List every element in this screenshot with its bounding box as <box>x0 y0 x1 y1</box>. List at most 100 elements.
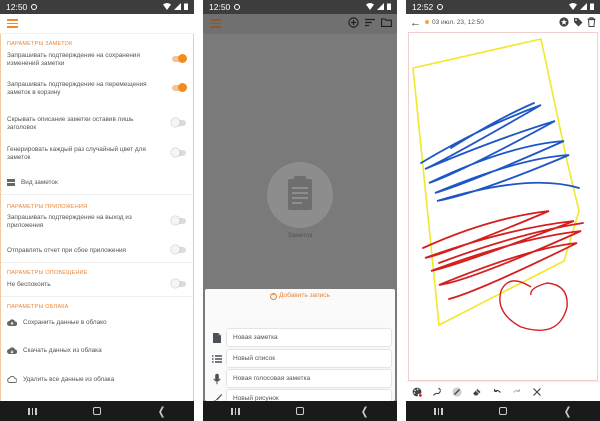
divider <box>1 296 193 297</box>
note-date: 03 июл. 23, 12:50 <box>425 19 484 26</box>
cloud-delete-icon <box>7 376 17 383</box>
wifi-icon <box>163 2 171 12</box>
setting-label: Сохранить данные в облако <box>23 319 107 326</box>
setting-label: Не беспокоить <box>7 281 51 288</box>
setting-view-notes[interactable]: Вид заметок <box>7 179 187 186</box>
tag-icon[interactable] <box>573 17 583 27</box>
setting-label: Запрашивать подтверждение на перемещения… <box>7 81 147 96</box>
sort-icon[interactable] <box>365 18 375 27</box>
add-circle-icon[interactable] <box>348 17 359 28</box>
section-notify-header: ПАРАМЕТРЫ ОПОВЕЩЕНИЕ <box>7 270 88 276</box>
setting-label: Генерировать каждый раз случайный цвет д… <box>7 146 146 161</box>
toggle-switch[interactable] <box>171 118 186 127</box>
plus-icon: + <box>270 293 278 300</box>
color-dot-icon <box>425 20 429 24</box>
status-time: 12:50 <box>209 2 231 12</box>
phone-add-entry: 12:50 Заметок + Добавить запись ··· Нова… <box>203 0 397 421</box>
home-icon[interactable] <box>498 407 507 415</box>
sheet-handle: ··· <box>297 300 303 306</box>
recent-apps-icon[interactable] <box>434 407 443 415</box>
back-icon[interactable]: ❮ <box>564 405 571 418</box>
toggle-switch[interactable] <box>171 216 186 225</box>
status-time: 12:50 <box>6 2 28 12</box>
setting-cloud-download[interactable]: Скачать данных из облака <box>7 347 187 354</box>
setting-do-not-disturb[interactable]: Не беспокоить <box>7 279 187 289</box>
menu-icon[interactable] <box>7 19 18 28</box>
undo-icon[interactable] <box>492 387 502 397</box>
note-date-text: 03 июл. 23, 12:50 <box>432 19 484 26</box>
brush-style-icon[interactable] <box>452 386 462 397</box>
status-dot-icon <box>31 4 38 10</box>
view-list-icon <box>7 179 15 186</box>
toggle-switch[interactable] <box>171 279 186 288</box>
settings-list: ПАРАМЕТРЫ ЗАМЕТОК Запрашивать подтвержде… <box>0 34 194 401</box>
section-app-header: ПАРАМЕТРЫ ПРИЛОЖЕНИЯ <box>7 204 88 210</box>
back-icon[interactable]: ❮ <box>158 405 165 418</box>
setting-confirm-exit[interactable]: Запрашивать подтверждение на выход из пр… <box>7 214 187 230</box>
home-icon[interactable] <box>295 407 304 415</box>
palette-icon[interactable] <box>412 387 422 397</box>
section-cloud-header: ПАРАМЕТРЫ ОБЛАКА <box>7 304 69 310</box>
cloud-upload-icon <box>7 319 17 326</box>
setting-label: Скачать данных из облака <box>23 347 102 354</box>
drawing-toolbar <box>406 381 600 401</box>
recent-apps-icon[interactable] <box>28 407 37 415</box>
back-icon[interactable]: ❮ <box>361 405 368 418</box>
home-icon[interactable] <box>92 407 101 415</box>
close-icon[interactable] <box>532 387 542 397</box>
phone-settings: 12:50 ПАРАМЕТРЫ ЗАМЕТОК Запрашивать подт… <box>0 0 194 421</box>
toggle-switch[interactable] <box>171 148 186 157</box>
setting-confirm-trash[interactable]: Запрашивать подтверждение на перемещения… <box>7 81 187 97</box>
status-dot-icon <box>437 4 444 10</box>
new-note-button[interactable]: Новая заметка <box>209 329 391 346</box>
empty-state-illustration <box>267 162 333 228</box>
status-dot-icon <box>234 4 241 10</box>
setting-cloud-save[interactable]: Сохранить данные в облако <box>7 319 187 326</box>
wifi-icon <box>366 2 374 12</box>
setting-crash-report[interactable]: Отправлять отчет при сбое приложения <box>7 245 187 255</box>
back-arrow-icon[interactable]: ← <box>410 17 421 29</box>
system-nav-bar: ❮ <box>203 401 397 421</box>
toggle-switch[interactable] <box>172 83 187 92</box>
setting-label: Запрашивать подтверждение на сохранения … <box>7 52 140 67</box>
empty-state-label: Заметок <box>287 232 313 239</box>
signal-icon <box>377 2 384 12</box>
toggle-switch[interactable] <box>171 245 186 254</box>
redo-icon[interactable] <box>512 387 522 397</box>
add-entry-label: Добавить запись <box>279 292 330 299</box>
list-icon <box>212 355 222 363</box>
app-bar <box>203 14 397 34</box>
toggle-switch[interactable] <box>172 54 187 63</box>
status-bar: 12:50 <box>0 0 194 14</box>
microphone-icon <box>213 373 221 385</box>
folder-icon[interactable] <box>381 18 392 27</box>
new-voice-note-button[interactable]: Новая голосовая заметка <box>209 370 391 387</box>
favorite-star-icon[interactable] <box>559 17 569 27</box>
pen-settings-icon[interactable] <box>432 387 442 397</box>
setting-confirm-save[interactable]: Запрашивать подтверждение на сохранения … <box>7 52 187 68</box>
setting-random-color[interactable]: Генерировать каждый раз случайный цвет д… <box>7 146 187 162</box>
wifi-icon <box>569 2 577 12</box>
new-list-button[interactable]: Новый список <box>209 350 391 367</box>
recent-apps-icon[interactable] <box>231 407 240 415</box>
new-voice-note-label: Новая голосовая заметка <box>233 375 311 382</box>
setting-cloud-delete[interactable]: Удалить все данные из облака <box>7 376 187 383</box>
new-note-label: Новая заметка <box>233 334 278 341</box>
setting-label: Отправлять отчет при сбое приложения <box>7 247 127 254</box>
notes-screen-dimmed: Заметок + Добавить запись ··· Новая замет… <box>203 14 397 407</box>
app-bar: ← 03 июл. 23, 12:50 <box>406 14 600 32</box>
add-entry-title[interactable]: + Добавить запись <box>205 292 395 300</box>
status-time: 12:52 <box>412 2 434 12</box>
status-bar: 12:50 <box>203 0 397 14</box>
clipboard-icon <box>288 176 312 210</box>
battery-icon <box>590 3 594 12</box>
setting-hide-description[interactable]: Скрывать описание заметки оставив лишь з… <box>7 116 187 132</box>
section-notes-header: ПАРАМЕТРЫ ЗАМЕТОК <box>7 41 73 47</box>
trash-icon[interactable] <box>587 17 596 27</box>
drawing-canvas[interactable] <box>408 32 598 381</box>
battery-icon <box>184 3 188 12</box>
add-entry-sheet: + Добавить запись ··· Новая заметка Новый… <box>205 289 395 407</box>
battery-icon <box>387 3 391 12</box>
menu-icon[interactable] <box>210 19 221 28</box>
eraser-icon[interactable] <box>472 387 482 397</box>
